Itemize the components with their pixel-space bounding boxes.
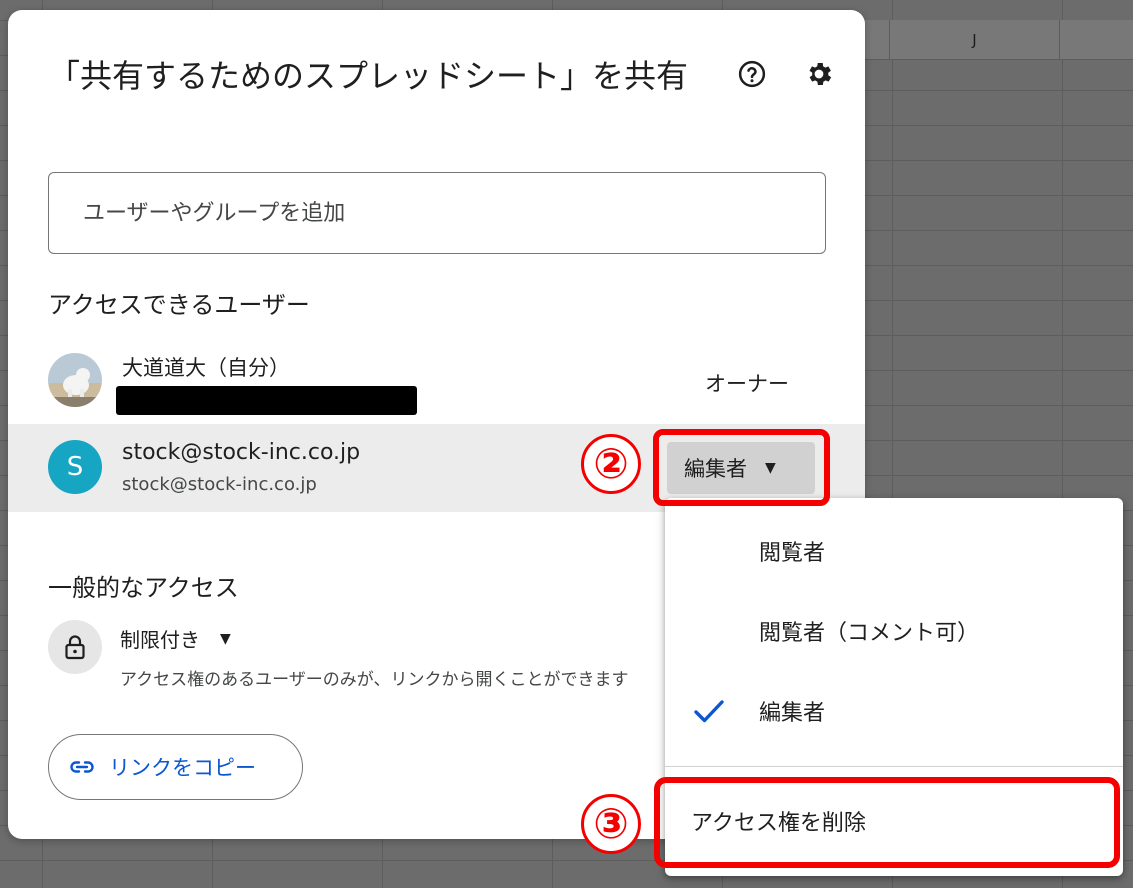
menu-item-label: 閲覧者	[759, 541, 826, 566]
settings-icon[interactable]	[799, 54, 839, 94]
dropdown-caret-icon: ▼	[220, 630, 231, 647]
people-with-access-heading: アクセスできるユーザー	[48, 291, 310, 319]
general-access-heading: 一般的なアクセス	[48, 574, 239, 602]
check-icon	[693, 698, 725, 730]
add-people-field[interactable]	[48, 172, 826, 254]
menu-divider	[665, 766, 1123, 767]
general-access-level: 制限付き	[120, 628, 200, 652]
owner-row: 大道道大（自分） オーナー	[8, 346, 865, 426]
general-access-dropdown[interactable]: 制限付き ▼	[120, 624, 231, 653]
collaborator-name: stock@stock-inc.co.jp	[122, 440, 361, 465]
owner-avatar	[48, 353, 102, 407]
menu-item-commenter[interactable]: 閲覧者（コメント可）	[665, 596, 1123, 666]
step-2-marker: ②	[581, 434, 641, 494]
lock-icon	[48, 620, 102, 674]
collaborator-email: stock@stock-inc.co.jp	[122, 474, 317, 495]
menu-item-label: 編集者	[759, 701, 826, 726]
help-icon[interactable]	[732, 54, 772, 94]
step-3-marker: ③	[581, 794, 641, 854]
redacted-owner-email	[116, 386, 417, 415]
menu-item-viewer[interactable]: 閲覧者	[665, 516, 1123, 586]
menu-item-editor[interactable]: 編集者	[665, 676, 1123, 746]
collaborator-avatar: S	[48, 440, 102, 494]
general-access-description: アクセス権のあるユーザーのみが、リンクから開くことができます	[120, 670, 629, 690]
owner-name: 大道道大（自分）	[122, 356, 290, 380]
dialog-title: 「共有するためのスプレッドシート」を共有	[48, 57, 689, 95]
step-2-highlight-box	[653, 429, 830, 506]
column-j-header[interactable]: J	[890, 20, 1060, 60]
copy-link-button[interactable]: リンクをコピー	[48, 734, 303, 800]
column-i-header[interactable]	[862, 20, 890, 60]
column-header: J	[862, 20, 1133, 60]
add-people-input[interactable]	[49, 173, 825, 253]
link-icon	[69, 755, 95, 779]
menu-item-label: アクセス権を削除	[691, 811, 866, 836]
copy-link-label: リンクをコピー	[109, 756, 256, 780]
menu-item-label: 閲覧者（コメント可）	[759, 621, 980, 646]
owner-role-label: オーナー	[705, 372, 789, 396]
role-menu: 閲覧者 閲覧者（コメント可） 編集者 アクセス権を削除	[665, 498, 1123, 876]
menu-item-remove-access[interactable]: アクセス権を削除	[665, 786, 1123, 856]
